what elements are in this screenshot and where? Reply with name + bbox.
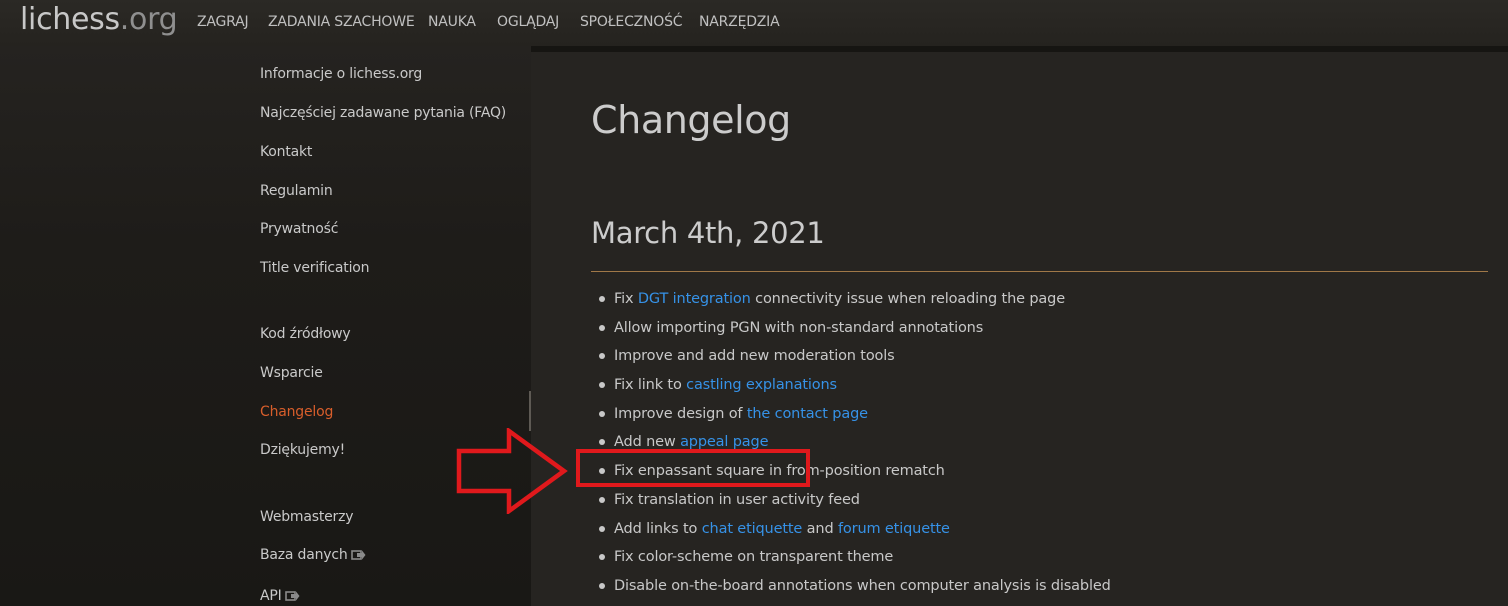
entry-text: Fix link to <box>614 377 687 394</box>
external-link-icon <box>284 591 300 601</box>
castling-explanations-link[interactable]: castling explanations <box>686 377 837 393</box>
sidebar-item-api[interactable]: API <box>260 588 300 604</box>
entry-text: Disable on-the-board annotations when co… <box>614 577 1111 594</box>
forum-etiquette-link[interactable]: forum etiquette <box>838 521 950 537</box>
list-item: Improve design of the contact page <box>591 401 1111 430</box>
entry-text: Fix color-scheme on transparent theme <box>614 549 894 566</box>
entry-text: Allow importing PGN with non-standard an… <box>614 319 984 336</box>
sidebar-item-terms[interactable]: Regulamin <box>260 183 333 199</box>
list-item: Allow importing PGN with non-standard an… <box>591 315 1111 344</box>
sidebar-item-label: API <box>260 588 282 604</box>
sidebar-item-label: Baza danych <box>260 547 348 563</box>
sidebar-item-thanks[interactable]: Dziękujemy! <box>260 442 345 458</box>
list-item: Disable on-the-board annotations when co… <box>591 573 1111 602</box>
bullet <box>599 496 605 503</box>
bullet <box>599 439 605 446</box>
external-link-icon <box>350 550 366 560</box>
page-title: Changelog <box>591 98 791 142</box>
sidebar-item-label: Webmasterzy <box>260 509 354 525</box>
sidebar-item-webmasters[interactable]: Webmasterzy <box>260 509 354 525</box>
sidebar-item-source-code[interactable]: Kod źródłowy <box>260 326 351 342</box>
bullet <box>599 353 605 360</box>
highlight-box <box>576 449 810 487</box>
bullet <box>599 554 605 561</box>
entry-text: Improve design of <box>614 405 747 422</box>
entry-text: Fix translation in user activity feed <box>614 491 860 508</box>
entry-text: Fix <box>614 291 638 307</box>
nav-play[interactable]: ZAGRAJ <box>197 14 249 30</box>
list-item: Improve and add new moderation tools <box>591 343 1111 372</box>
sidebar-item-database[interactable]: Baza danych <box>260 547 366 563</box>
nav-community[interactable]: SPOŁECZNOŚĆ <box>580 14 683 30</box>
entry-text: connectivity issue when reloading the pa… <box>750 291 1065 307</box>
bullet <box>599 582 605 589</box>
section-divider <box>591 271 1488 272</box>
list-item: Fix translation in user activity feed <box>591 487 1111 516</box>
sidebar-item-about[interactable]: Informacje o lichess.org <box>260 66 422 82</box>
sidebar-item-contact[interactable]: Kontakt <box>260 144 312 160</box>
nav-tools[interactable]: NARZĘDZIA <box>699 14 780 30</box>
sidebar: Informacje o lichess.org Najczęściej zad… <box>0 46 531 606</box>
entry-text: and <box>802 520 838 537</box>
sidebar-item-faq[interactable]: Najczęściej zadawane pytania (FAQ) <box>260 105 506 121</box>
bullet <box>599 382 605 389</box>
site-logo[interactable]: lichess.org <box>20 2 178 37</box>
top-bar: lichess.org ZAGRAJ ZADANIA SZACHOWE NAUK… <box>0 0 1508 46</box>
dgt-integration-link[interactable]: DGT integration <box>638 291 751 307</box>
list-item: Fix link to castling explanations <box>591 372 1111 401</box>
right-arrow-outline-icon <box>456 428 568 514</box>
changelog-list: Fix DGT integration connectivity issue w… <box>591 286 1111 602</box>
bullet <box>599 296 605 302</box>
bullet <box>599 324 605 331</box>
main-content: Changelog March 4th, 2021 Fix DGT integr… <box>531 52 1508 606</box>
entry-text: Add links to <box>614 520 702 537</box>
contact-page-link[interactable]: the contact page <box>747 406 868 422</box>
list-item: Add links to chat etiquette and forum et… <box>591 516 1111 545</box>
chat-etiquette-link[interactable]: chat etiquette <box>702 521 803 537</box>
sidebar-item-title-verification[interactable]: Title verification <box>260 260 370 276</box>
bullet <box>599 410 605 417</box>
entry-text: Improve and add new moderation tools <box>614 348 895 365</box>
bullet <box>599 525 605 532</box>
section-date: March 4th, 2021 <box>591 216 825 250</box>
sidebar-item-privacy[interactable]: Prywatność <box>260 221 338 237</box>
logo-main: lichess <box>20 2 120 37</box>
nav-puzzles[interactable]: ZADANIA SZACHOWE <box>268 14 415 30</box>
list-item: Fix color-scheme on transparent theme <box>591 544 1111 573</box>
sidebar-item-changelog[interactable]: Changelog <box>260 404 333 420</box>
list-item: Fix DGT integration connectivity issue w… <box>591 286 1111 315</box>
logo-tld: .org <box>119 2 178 37</box>
nav-learn[interactable]: NAUKA <box>428 14 476 30</box>
sidebar-item-support[interactable]: Wsparcie <box>260 365 323 381</box>
nav-watch[interactable]: OGLĄDAJ <box>497 14 559 30</box>
